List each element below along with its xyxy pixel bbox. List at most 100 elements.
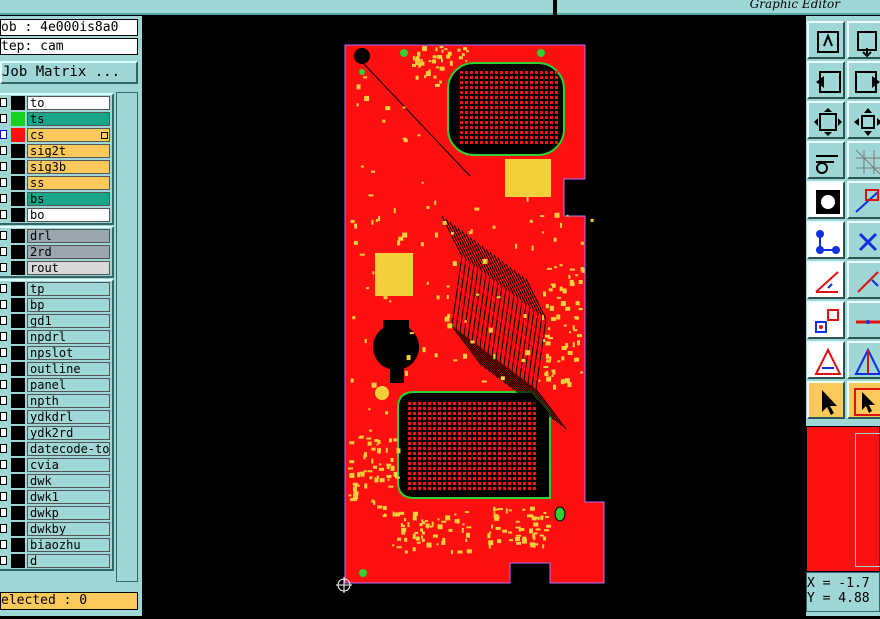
layer-row-npslot[interactable]: npslot xyxy=(0,345,112,361)
layer-color-swatch[interactable] xyxy=(11,298,25,312)
layer-color-swatch[interactable] xyxy=(11,330,25,344)
layer-color-swatch[interactable] xyxy=(11,176,25,190)
layer-name[interactable]: bo xyxy=(27,208,110,222)
layer-name[interactable]: tp xyxy=(27,282,110,296)
layer-scrollbar[interactable] xyxy=(116,92,138,582)
layer-checkbox[interactable] xyxy=(0,263,7,272)
layer-row-bs[interactable]: bs xyxy=(0,191,112,207)
layer-row-bo[interactable]: bo xyxy=(0,207,112,223)
layer-row-sig3b[interactable]: sig3b xyxy=(0,159,112,175)
layer-name[interactable]: outline xyxy=(27,362,110,376)
layer-color-swatch[interactable] xyxy=(11,229,25,243)
layer-color-swatch[interactable] xyxy=(11,245,25,259)
layer-checkbox[interactable] xyxy=(0,540,7,549)
layer-checkbox[interactable] xyxy=(0,396,7,405)
layer-color-swatch[interactable] xyxy=(11,96,25,110)
layer-row-npdrl[interactable]: npdrl xyxy=(0,329,112,345)
angle-button[interactable] xyxy=(807,261,845,299)
layer-checkbox[interactable] xyxy=(0,162,7,171)
layer-color-swatch[interactable] xyxy=(11,506,25,520)
layer-row-ss[interactable]: ss xyxy=(0,175,112,191)
layer-name[interactable]: cs xyxy=(27,128,110,142)
layer-row-dwkp[interactable]: dwkp xyxy=(0,505,112,521)
layer-row-ydkdrl[interactable]: ydkdrl xyxy=(0,409,112,425)
layer-checkbox[interactable] xyxy=(0,247,7,256)
layer-name[interactable]: npth xyxy=(27,394,110,408)
layer-name[interactable]: to xyxy=(27,96,110,110)
layer-row-dwkby[interactable]: dwkby xyxy=(0,521,112,537)
layer-row-outline[interactable]: outline xyxy=(0,361,112,377)
layer-checkbox[interactable] xyxy=(0,364,7,373)
zoom-box-button[interactable] xyxy=(847,21,880,59)
layer-row-npth[interactable]: npth xyxy=(0,393,112,409)
layer-name[interactable]: sig3b xyxy=(27,160,110,174)
layer-row-cs[interactable]: cs xyxy=(0,127,112,143)
grid-button[interactable] xyxy=(847,141,880,179)
layer-color-swatch[interactable] xyxy=(11,378,25,392)
layer-color-swatch[interactable] xyxy=(11,442,25,456)
layer-checkbox[interactable] xyxy=(0,178,7,187)
layer-row-dwk1[interactable]: dwk1 xyxy=(0,489,112,505)
layer-color-swatch[interactable] xyxy=(11,458,25,472)
measure-button[interactable] xyxy=(807,141,845,179)
layer-checkbox[interactable] xyxy=(0,348,7,357)
pointer-box-button[interactable] xyxy=(847,381,880,419)
layer-name[interactable]: d xyxy=(27,554,110,568)
layer-checkbox[interactable] xyxy=(0,524,7,533)
layer-name[interactable]: bs xyxy=(27,192,110,206)
layer-checkbox[interactable] xyxy=(0,556,7,565)
layer-name[interactable]: sig2t xyxy=(27,144,110,158)
slope-button[interactable] xyxy=(847,261,880,299)
layer-color-swatch[interactable] xyxy=(11,490,25,504)
layer-color-swatch[interactable] xyxy=(11,362,25,376)
layer-name[interactable]: ydk2rd xyxy=(27,426,110,440)
layer-name[interactable]: gd1 xyxy=(27,314,110,328)
layer-row-datecode-to[interactable]: datecode-to xyxy=(0,441,112,457)
layer-name[interactable]: dwk xyxy=(27,474,110,488)
layer-name[interactable]: biaozhu xyxy=(27,538,110,552)
layer-name[interactable]: ss xyxy=(27,176,110,190)
layer-checkbox[interactable] xyxy=(0,380,7,389)
layer-name[interactable]: dwk1 xyxy=(27,490,110,504)
layer-row-drl[interactable]: drl xyxy=(0,228,112,244)
triangle-button[interactable] xyxy=(807,341,845,379)
layer-row-rout[interactable]: rout xyxy=(0,260,112,276)
layer-color-swatch[interactable] xyxy=(11,282,25,296)
overview-minimap[interactable] xyxy=(806,426,880,572)
layer-color-swatch[interactable] xyxy=(11,144,25,158)
layer-color-swatch[interactable] xyxy=(11,314,25,328)
layer-checkbox[interactable] xyxy=(0,300,7,309)
layer-checkbox[interactable] xyxy=(0,130,7,139)
fit-all-button[interactable] xyxy=(807,101,845,139)
layer-row-biaozhu[interactable]: biaozhu xyxy=(0,537,112,553)
layer-row-d[interactable]: d xyxy=(0,553,112,569)
node-link-button[interactable] xyxy=(807,221,845,259)
layer-name[interactable]: npslot xyxy=(27,346,110,360)
layer-color-swatch[interactable] xyxy=(11,346,25,360)
layer-checkbox[interactable] xyxy=(0,210,7,219)
pointer-button[interactable] xyxy=(807,381,845,419)
layer-name[interactable]: panel xyxy=(27,378,110,392)
layer-row-gd1[interactable]: gd1 xyxy=(0,313,112,329)
layer-color-swatch[interactable] xyxy=(11,160,25,174)
line-button[interactable] xyxy=(847,301,880,339)
pan-left-button[interactable] xyxy=(807,61,845,99)
layer-name[interactable]: 2rd xyxy=(27,245,110,259)
layer-row-ydk2rd[interactable]: ydk2rd xyxy=(0,425,112,441)
layer-checkbox[interactable] xyxy=(0,316,7,325)
layer-color-swatch[interactable] xyxy=(11,394,25,408)
layer-row-bp[interactable]: bp xyxy=(0,297,112,313)
layer-checkbox[interactable] xyxy=(0,444,7,453)
layer-color-swatch[interactable] xyxy=(11,426,25,440)
layer-row-panel[interactable]: panel xyxy=(0,377,112,393)
layer-checkbox[interactable] xyxy=(0,231,7,240)
layer-name[interactable]: dwkby xyxy=(27,522,110,536)
layer-checkbox[interactable] xyxy=(0,284,7,293)
layer-color-swatch[interactable] xyxy=(11,128,25,142)
zoom-center-button[interactable] xyxy=(847,101,880,139)
pcb-view[interactable] xyxy=(142,16,806,616)
layer-checkbox[interactable] xyxy=(0,492,7,501)
layer-name[interactable]: cvia xyxy=(27,458,110,472)
layer-checkbox[interactable] xyxy=(0,428,7,437)
layer-row-2rd[interactable]: 2rd xyxy=(0,244,112,260)
